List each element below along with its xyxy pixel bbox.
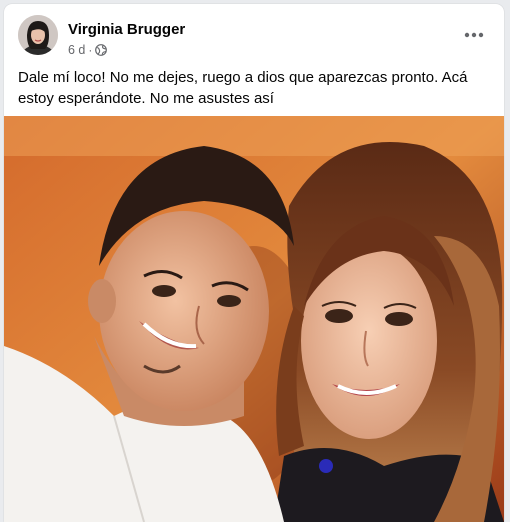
post-card: Virginia Brugger 6 d · Dale mí loco! No … [4,4,504,522]
post-photo[interactable] [4,116,504,522]
post-header: Virginia Brugger 6 d · [18,15,490,59]
more-options-button[interactable] [458,19,490,51]
more-options-icon [464,32,484,38]
post-photo-image [4,116,504,522]
author-name[interactable]: Virginia Brugger [68,21,185,38]
globe-icon[interactable] [95,44,108,56]
avatar-image [18,15,58,55]
meta-separator: · [88,43,93,57]
post-timestamp[interactable]: 6 d [68,43,85,57]
post-meta: 6 d · [68,43,108,57]
avatar[interactable] [18,15,58,55]
post-message: Dale mí loco! No me dejes, ruego a dios … [18,69,468,107]
